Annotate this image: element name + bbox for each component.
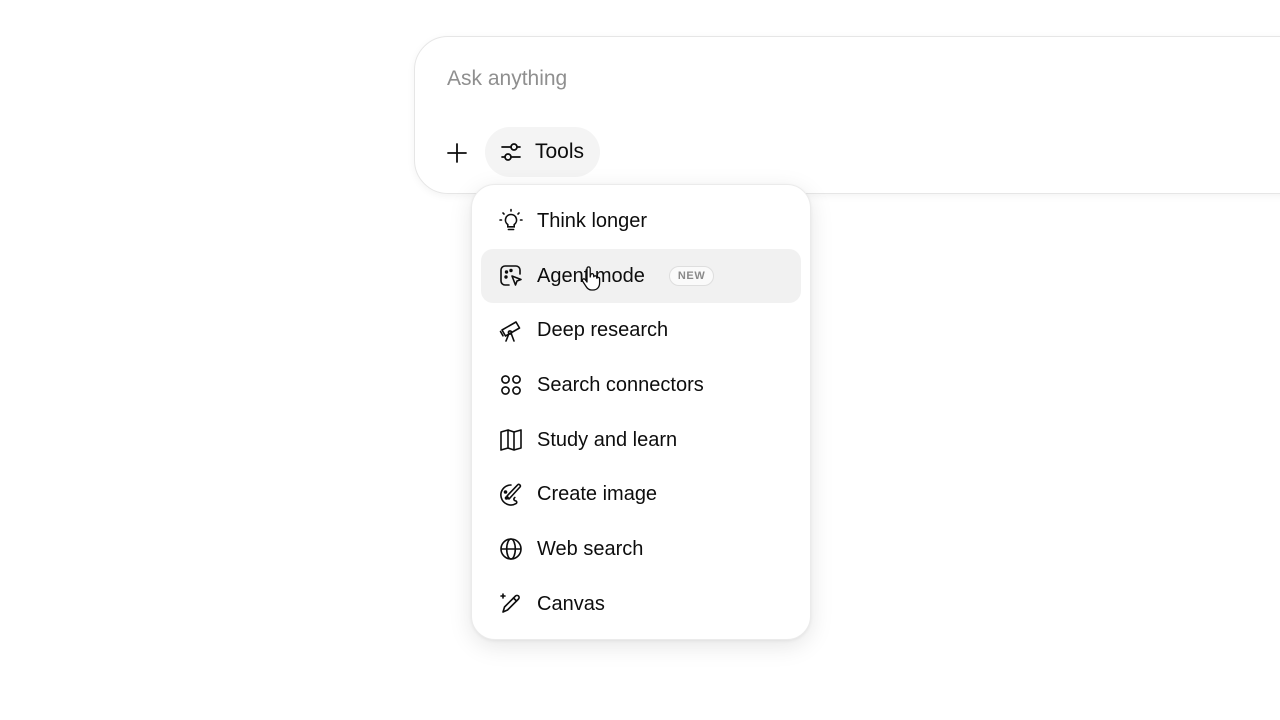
chat-composer: Tools	[414, 36, 1280, 194]
connectors-icon	[497, 371, 525, 399]
menu-item-think-longer[interactable]: Think longer	[481, 194, 801, 249]
tools-label: Tools	[535, 140, 585, 163]
plus-icon	[447, 143, 467, 163]
menu-item-agent-mode[interactable]: Agent mode NEW	[481, 248, 801, 304]
menu-item-study-and-learn[interactable]: Study and learn	[481, 413, 801, 468]
menu-item-web-search[interactable]: Web search	[481, 522, 801, 577]
book-icon	[497, 426, 525, 454]
menu-item-label: Agent mode	[537, 264, 645, 287]
pencil-sparkle-icon	[497, 590, 525, 618]
menu-item-deep-research[interactable]: Deep research	[481, 303, 801, 358]
telescope-icon	[497, 317, 525, 345]
new-badge: NEW	[668, 266, 715, 287]
menu-item-label: Deep research	[537, 319, 669, 342]
lightbulb-icon	[497, 207, 525, 235]
menu-item-create-image[interactable]: Create image	[481, 467, 801, 522]
tools-button[interactable]: Tools	[485, 127, 601, 177]
globe-icon	[497, 535, 525, 563]
menu-item-label: Web search	[537, 537, 644, 560]
palette-icon	[497, 481, 525, 509]
menu-item-label: Study and learn	[537, 428, 678, 451]
tools-menu: Think longer Agent mode NEW Deep researc…	[471, 184, 811, 640]
menu-item-canvas[interactable]: Canvas	[481, 577, 801, 632]
menu-item-label: Think longer	[537, 209, 648, 232]
agent-icon	[497, 262, 525, 290]
prompt-input[interactable]	[447, 63, 1147, 95]
menu-item-label: Create image	[537, 483, 658, 506]
menu-item-label: Canvas	[537, 592, 605, 615]
sliders-icon	[501, 143, 521, 161]
menu-item-label: Search connectors	[537, 373, 704, 396]
menu-item-search-connectors[interactable]: Search connectors	[481, 358, 801, 413]
add-button[interactable]	[439, 135, 475, 171]
